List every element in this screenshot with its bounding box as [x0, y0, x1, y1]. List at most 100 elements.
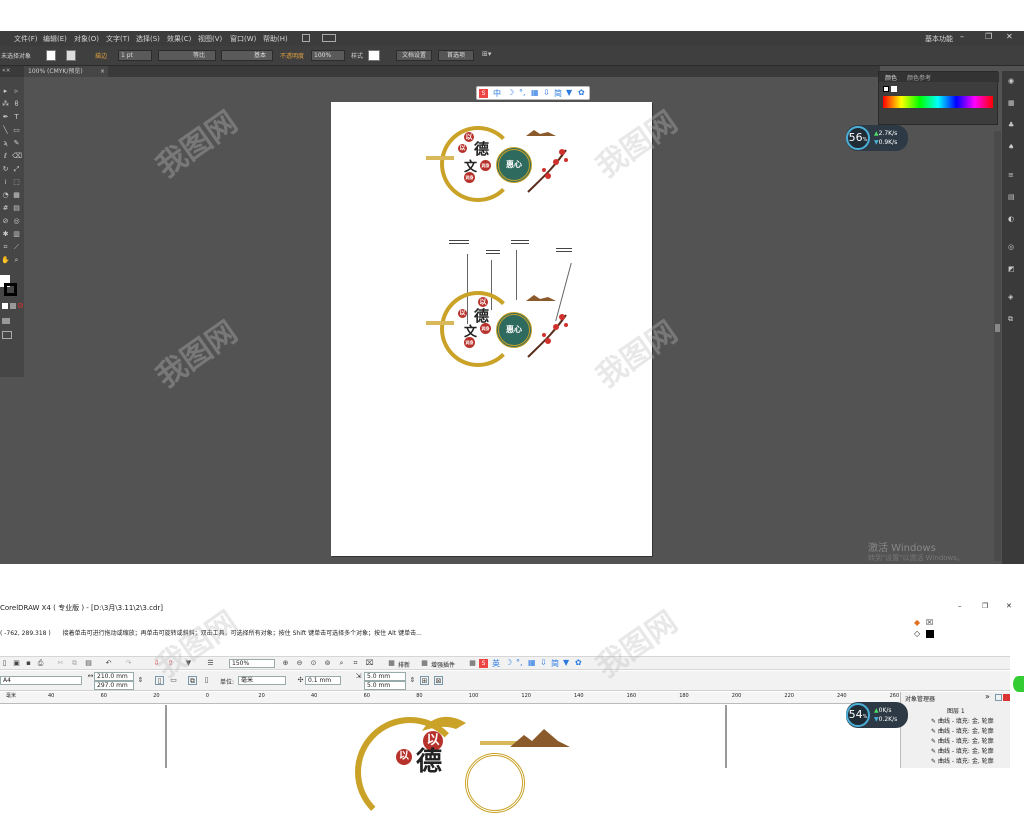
screen-mode-icon[interactable]	[2, 331, 12, 339]
redo-icon[interactable]: ↷	[124, 659, 133, 668]
align-icon[interactable]: ⊞▾	[482, 50, 491, 58]
pen-tool-icon[interactable]: ✒	[1, 113, 10, 122]
culture-wall-design-bottom[interactable]: 以 德 以 文 润身 润身 惠心	[426, 287, 576, 372]
duplicate-x-field[interactable]: 5.0 mm	[364, 672, 406, 681]
no-fill-icon[interactable]: ☒	[926, 618, 933, 627]
none-mode-icon[interactable]: ⊘	[17, 301, 24, 310]
tab-color-guide[interactable]: 颜色参考	[907, 73, 931, 82]
side-widget-icon[interactable]	[1013, 676, 1024, 692]
stroke-color-swatch[interactable]	[4, 283, 17, 296]
extra-icon[interactable]: ▦	[468, 659, 477, 668]
stroke-label[interactable]: 描边	[95, 51, 107, 60]
object-row[interactable]: ✎ 曲线 - 填充: 金, 轮廓	[931, 716, 994, 725]
zoom-tool-icon[interactable]: ⌕	[12, 256, 21, 265]
punct-icon[interactable]: °,	[516, 658, 523, 667]
simplified-toggle[interactable]: 简	[554, 88, 562, 99]
page-width-field[interactable]: 210.0 mm	[94, 672, 134, 681]
open-icon[interactable]: ▣	[12, 659, 21, 668]
blend-tool-icon[interactable]: ◎	[12, 217, 21, 226]
moon-icon[interactable]: ☽	[507, 88, 514, 97]
menu-select[interactable]: 选择(S)	[136, 34, 160, 44]
stroke-panel-icon[interactable]: ≡	[1008, 171, 1014, 179]
vertical-scrollbar[interactable]	[994, 131, 1001, 561]
plugin-icon[interactable]: ▦	[420, 659, 429, 668]
maximize-icon[interactable]: ❐	[985, 32, 992, 41]
arrange-button[interactable]: 排新	[398, 660, 410, 669]
object-row[interactable]: ✎ 曲线 - 填充: 金, 轮廓	[931, 736, 994, 745]
gradient-mode-icon[interactable]	[10, 303, 16, 309]
object-row[interactable]: ✎ 曲线 - 填充: 金, 轮廓	[931, 756, 994, 765]
fill-swatch[interactable]	[46, 50, 56, 61]
lang-toggle[interactable]: 中	[493, 88, 501, 99]
simplified-toggle[interactable]: 简	[551, 658, 559, 669]
portrait-icon[interactable]: ▯	[155, 676, 164, 685]
eraser-icon[interactable]: ⌫	[12, 152, 22, 161]
line-tool-icon[interactable]: ╲	[1, 126, 10, 135]
variable-width-select[interactable]: 等比	[158, 50, 216, 61]
options-icon[interactable]: ⊠	[434, 676, 443, 685]
brushes-icon[interactable]: ♣	[1008, 121, 1014, 129]
magic-wand-icon[interactable]: ⁂	[1, 100, 10, 109]
dup-spinner-icon[interactable]: ⇕	[408, 676, 417, 685]
tab-close-icon[interactable]: ×	[100, 66, 105, 77]
restore-icon[interactable]: ❐	[982, 602, 988, 610]
menu-type[interactable]: 文字(T)	[106, 34, 130, 44]
horizontal-ruler[interactable]: 40 60 20 0 20 40 60 80 100 120 140 160 180 200 220 240 2…	[0, 692, 900, 704]
units-select[interactable]: 毫米	[238, 676, 286, 685]
free-transform-icon[interactable]: ⬚	[12, 178, 21, 187]
fill-tool-icon[interactable]: ◆	[914, 618, 920, 627]
menu-view[interactable]: 视图(V)	[198, 34, 222, 44]
all-pages-icon[interactable]: ⧉	[188, 676, 197, 685]
rectangle-tool-icon[interactable]: ▭	[12, 126, 21, 135]
warp-tool-icon[interactable]: ≀	[1, 178, 10, 187]
artboard-tool-icon[interactable]: ⌗	[1, 243, 10, 252]
menu-object[interactable]: 对象(O)	[74, 34, 99, 44]
current-page-icon[interactable]: ▯	[202, 676, 211, 685]
welcome-icon[interactable]: ☰	[206, 659, 215, 668]
color-panel-icon[interactable]: ◉	[1008, 77, 1014, 85]
symbols-icon[interactable]: ♠	[1008, 143, 1014, 151]
document-tab[interactable]: 100% (CMYK/预览) ×	[24, 66, 108, 77]
symbol-sprayer-icon[interactable]: ✱	[1, 230, 10, 239]
blob-brush-icon[interactable]: ℓ	[1, 152, 10, 161]
stroke-indicator[interactable]	[891, 86, 897, 92]
menu-effect[interactable]: 效果(C)	[167, 34, 191, 44]
close-icon[interactable]: ✕	[1006, 602, 1012, 610]
zoom-all-icon[interactable]: ⊚	[323, 659, 332, 668]
save-icon[interactable]: ▪	[24, 659, 33, 668]
menu-help[interactable]: 帮助(H)	[263, 34, 288, 44]
ime-logo-icon[interactable]: S	[479, 659, 488, 668]
print-icon[interactable]: ⎙	[36, 659, 45, 668]
cut-icon[interactable]: ✂	[56, 659, 65, 668]
menu-window[interactable]: 窗口(W)	[230, 34, 256, 44]
outline-color-swatch[interactable]	[926, 630, 934, 638]
mic-icon[interactable]: ⇩	[543, 88, 550, 97]
scale-tool-icon[interactable]: ⤢	[12, 165, 21, 174]
brush-select[interactable]: 基本	[221, 50, 273, 61]
treat-as-filled-icon[interactable]: ⊞	[420, 676, 429, 685]
stroke-swatch[interactable]	[66, 50, 76, 61]
docker-close-icon[interactable]	[1003, 694, 1010, 701]
shape-builder-icon[interactable]: ◔	[1, 191, 10, 200]
punct-icon[interactable]: °,	[519, 88, 526, 97]
object-row[interactable]: ✎ 曲线 - 填充: 金, 轮廓	[931, 746, 994, 755]
drawing-canvas[interactable]: 以 以 德	[10, 705, 900, 827]
gradient-panel-icon[interactable]: ▤	[1008, 193, 1015, 201]
ime-logo-icon[interactable]: S	[479, 89, 488, 98]
zoom-in-icon[interactable]: ⊕	[281, 659, 290, 668]
moon-icon[interactable]: ☽	[505, 658, 512, 667]
opacity-field[interactable]: 100%	[311, 50, 345, 61]
graphic-styles-icon[interactable]: ◩	[1008, 265, 1015, 273]
keyboard-icon[interactable]: ▦	[531, 88, 539, 97]
transparency-icon[interactable]: ◐	[1008, 215, 1014, 223]
docker-expand-icon[interactable]: »	[985, 692, 990, 701]
rotate-tool-icon[interactable]: ↻	[1, 165, 10, 174]
lasso-tool-icon[interactable]: ϐ	[12, 100, 21, 109]
settings-icon[interactable]: ✿	[578, 88, 585, 97]
swatches-icon[interactable]: ▦	[1008, 99, 1015, 107]
style-swatch[interactable]	[368, 50, 380, 61]
opacity-label[interactable]: 不透明度	[280, 51, 304, 60]
zoom-level-select[interactable]: 150%	[229, 659, 275, 668]
preferences-button[interactable]: 首选项	[438, 50, 474, 61]
paste-icon[interactable]: ▤	[84, 659, 93, 668]
